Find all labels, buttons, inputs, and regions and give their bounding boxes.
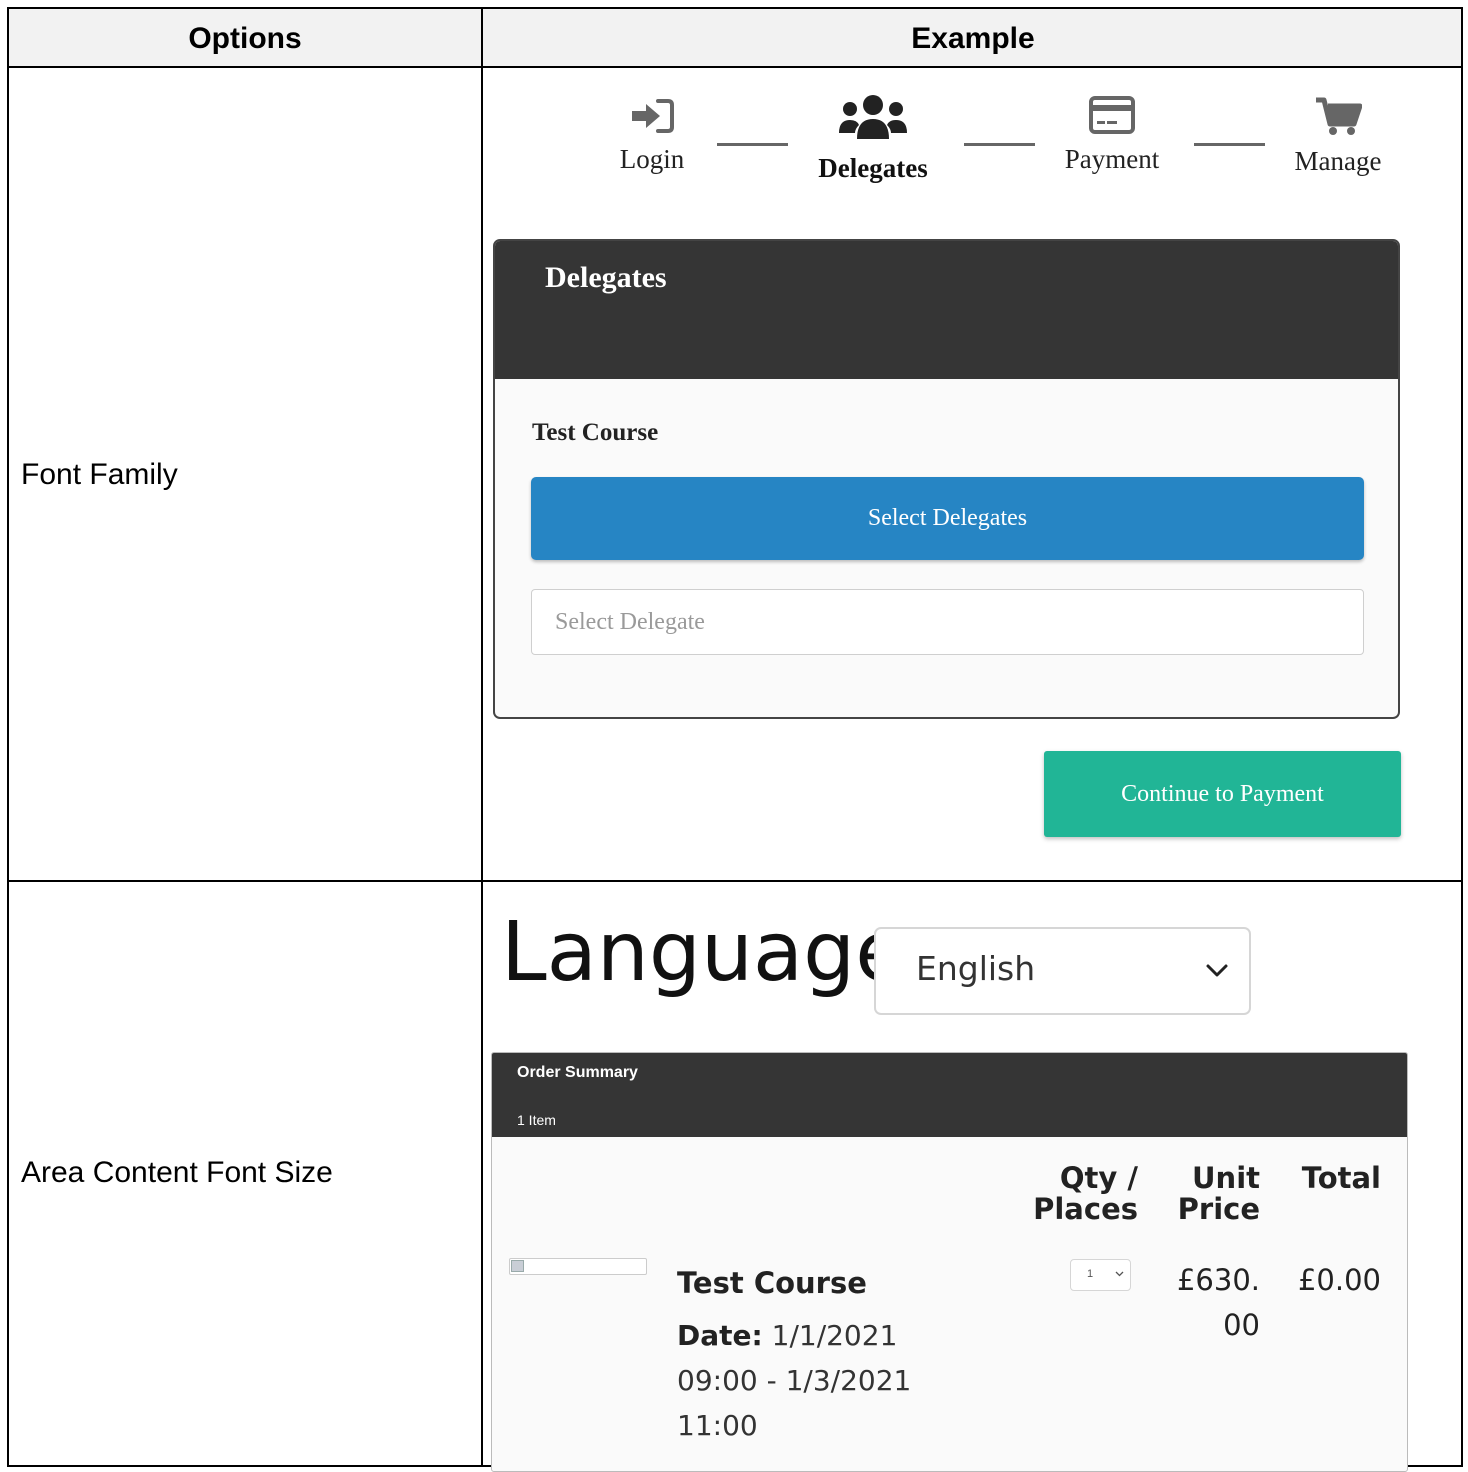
header-options: Options [188,22,302,55]
table-column-divider [481,9,483,1465]
cart-icon [1316,97,1362,135]
column-header-line: Unit [1192,1161,1260,1195]
card-title: Delegates [545,261,667,294]
step-payment[interactable]: Payment [1052,96,1172,175]
credit-card-icon [1089,96,1135,134]
unit-price-line: 00 [1223,1308,1260,1342]
quantity-select[interactable]: 1 [1070,1259,1131,1291]
language-selected-value: English [916,949,1036,988]
step-label: Payment [1064,144,1160,174]
column-header-unit-price: Unit Price [1178,1163,1260,1225]
column-header-line: Price [1177,1192,1260,1226]
language-select[interactable]: English [874,927,1251,1015]
continue-to-payment-button[interactable]: Continue to Payment [1044,751,1401,837]
step-connector [964,143,1035,146]
line-total: £0.00 [1297,1263,1381,1297]
order-item-date: Date: 1/1/2021 09:00 - 1/3/2021 11:00 [677,1313,937,1448]
header-example: Example [911,22,1035,55]
step-connector [1194,143,1265,146]
table-divider [9,880,1461,882]
column-header-total: Total [1301,1161,1381,1195]
step-label: Manage [1294,146,1382,176]
order-item-count: 1 Item [517,1112,556,1128]
step-label: Login [619,144,685,174]
select-delegates-button[interactable]: Select Delegates [531,477,1364,560]
unit-price: £630. 00 [1177,1258,1260,1348]
date-label: Date: [677,1319,763,1352]
option-font-family: Font Family [21,458,178,491]
select-delegate-input[interactable]: Select Delegate [531,589,1364,655]
table-divider [9,66,1461,68]
order-summary-title: Order Summary [517,1064,638,1081]
order-summary-header: Order Summary 1 Item [492,1053,1407,1137]
option-area-content-font-size: Area Content Font Size [21,1156,333,1189]
column-header-qty: Qty / Places [1033,1163,1138,1225]
column-header-line: Places [1033,1192,1138,1226]
card-header: Delegates [495,241,1398,379]
delegates-card: Delegates Test Course Select Delegates S… [493,239,1400,719]
sign-in-icon [632,99,674,133]
step-login[interactable]: Login [600,98,704,175]
step-label: Delegates [818,153,928,183]
users-icon [839,95,907,139]
step-delegates[interactable]: Delegates [808,93,938,184]
order-summary: Order Summary 1 Item Qty / Places Unit P… [491,1052,1408,1472]
unit-price-line: £630. [1176,1263,1260,1297]
chevron-down-icon [1115,1271,1124,1277]
course-name: Test Course [532,419,659,446]
step-manage[interactable]: Manage [1282,96,1394,177]
quantity-value: 1 [1087,1268,1094,1280]
course-image [509,1258,647,1275]
chevron-down-icon [1206,964,1228,977]
column-header-line: Qty / [1059,1161,1138,1195]
step-connector [717,143,788,146]
language-label: Language [501,905,906,1000]
broken-image-icon [511,1260,524,1272]
order-item-name: Test Course [677,1266,867,1300]
